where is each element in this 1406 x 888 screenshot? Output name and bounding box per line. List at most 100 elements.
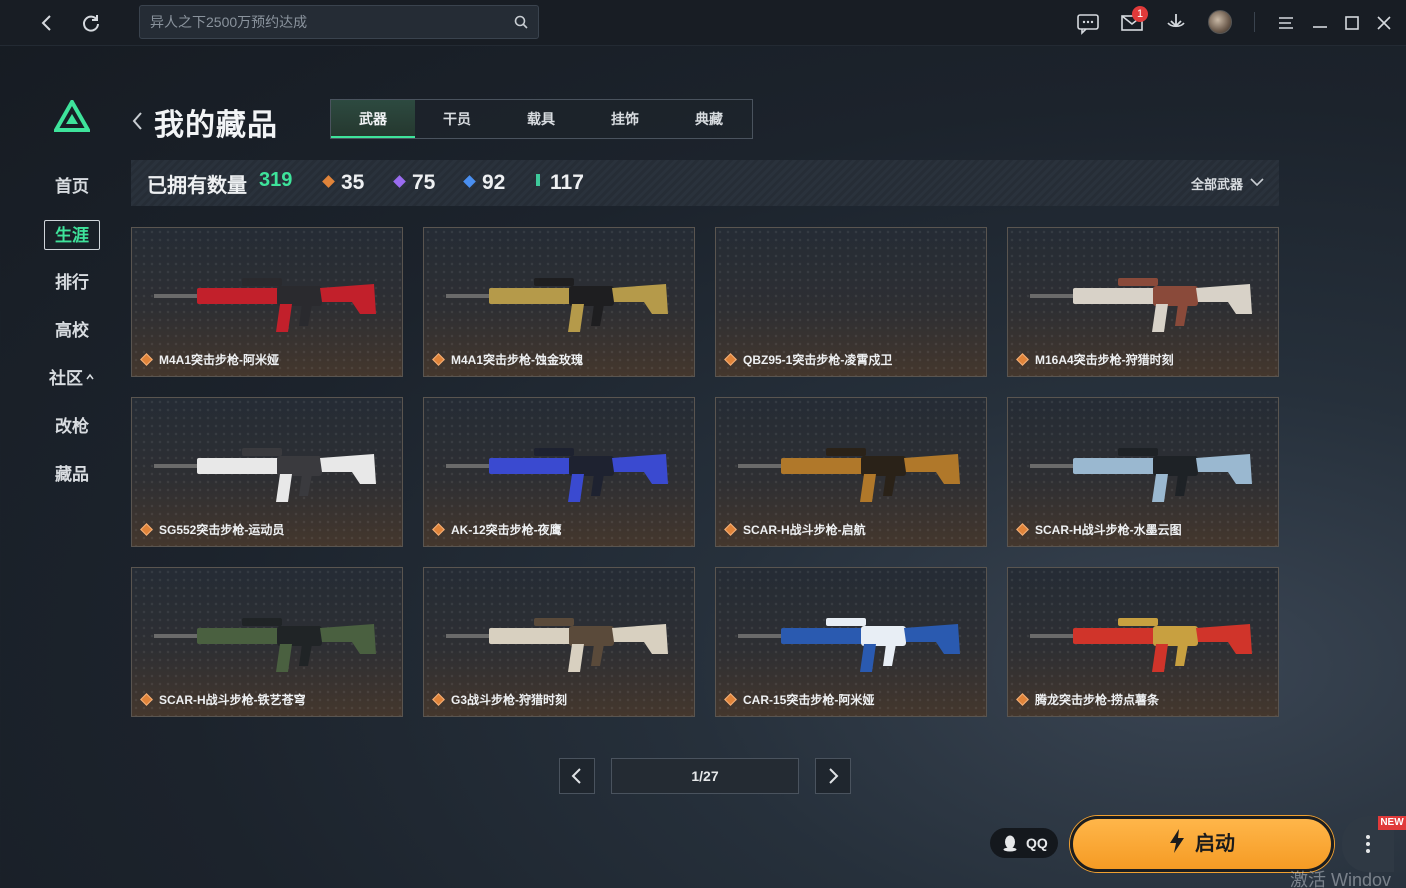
rarity-diamond-icon bbox=[432, 523, 445, 536]
app-logo[interactable] bbox=[54, 100, 90, 132]
weapon-image bbox=[446, 448, 668, 502]
owned-count: 319 bbox=[259, 169, 293, 191]
weapon-card[interactable]: 腾龙突击步枪-捞点薯条 bbox=[1007, 567, 1279, 717]
tab-archive[interactable]: 典藏 bbox=[667, 100, 751, 138]
tier-stat-purple: 75 bbox=[393, 171, 436, 195]
weapon-card[interactable]: M4A1突击步枪-阿米娅 bbox=[131, 227, 403, 377]
sidebar-item-school[interactable]: 高校 bbox=[44, 316, 100, 346]
owned-label: 已拥有数量 bbox=[147, 175, 247, 197]
avatar[interactable] bbox=[1208, 10, 1232, 34]
tier-stat-orange: 35 bbox=[322, 171, 364, 195]
weapon-card[interactable]: G3战斗步枪-狩猎时刻 bbox=[423, 567, 695, 717]
weapon-name: G3战斗步枪-狩猎时刻 bbox=[451, 693, 568, 707]
tab-operators[interactable]: 干员 bbox=[415, 100, 499, 138]
top-bar: 1 bbox=[0, 0, 1406, 46]
tab-weapons[interactable]: 武器 bbox=[331, 100, 415, 138]
tier-green-icon bbox=[536, 174, 540, 186]
download-icon[interactable] bbox=[1162, 9, 1190, 37]
rarity-diamond-icon bbox=[1016, 693, 1029, 706]
page-back-icon[interactable] bbox=[128, 108, 146, 134]
weapon-name-row: G3战斗步枪-狩猎时刻 bbox=[432, 691, 567, 708]
weapon-name-row: SG552突击步枪-运动员 bbox=[140, 521, 284, 538]
collection-tabs: 武器 干员 载具 挂饰 典藏 bbox=[330, 99, 753, 139]
weapon-filter-dropdown[interactable]: 全部武器 bbox=[1191, 174, 1243, 193]
sidebar-item-gunsmith[interactable]: 改枪 bbox=[44, 412, 100, 442]
stats-bar: 已拥有数量 319 35 75 92 117 全部武器 bbox=[131, 160, 1279, 206]
weapon-name-row: M16A4突击步枪-狩猎时刻 bbox=[1016, 351, 1174, 368]
search-box bbox=[139, 5, 539, 39]
more-vertical-icon bbox=[1366, 835, 1370, 853]
tab-charms[interactable]: 挂饰 bbox=[583, 100, 667, 138]
qq-label: QQ bbox=[1026, 835, 1048, 851]
sidebar-item-ranking[interactable]: 排行 bbox=[44, 268, 100, 298]
weapon-image bbox=[1030, 278, 1252, 332]
sidebar-item-community-label: 社区 bbox=[49, 369, 83, 388]
weapon-name: M4A1突击步枪-蚀金玫瑰 bbox=[451, 353, 584, 367]
weapon-card[interactable]: AK-12突击步枪-夜鹰 bbox=[423, 397, 695, 547]
weapon-name-row: M4A1突击步枪-阿米娅 bbox=[140, 351, 279, 368]
weapon-name: 腾龙突击步枪-捞点薯条 bbox=[1035, 693, 1159, 707]
close-icon[interactable] bbox=[1370, 9, 1398, 37]
tier-blue-icon bbox=[463, 175, 476, 188]
weapon-name-row: CAR-15突击步枪-阿米娅 bbox=[724, 691, 874, 708]
weapon-image bbox=[446, 278, 668, 332]
tier-blue-count: 92 bbox=[482, 171, 506, 194]
weapon-card[interactable]: M16A4突击步枪-狩猎时刻 bbox=[1007, 227, 1279, 377]
search-icon[interactable] bbox=[513, 14, 529, 30]
tier-green-count: 117 bbox=[550, 171, 584, 194]
tier-orange-icon bbox=[322, 175, 335, 188]
divider bbox=[1254, 12, 1255, 32]
rarity-diamond-icon bbox=[432, 353, 445, 366]
prev-page-button[interactable] bbox=[559, 758, 595, 794]
chevron-down-icon[interactable] bbox=[1249, 176, 1265, 188]
chat-icon[interactable] bbox=[1074, 9, 1102, 37]
chevron-left-icon bbox=[571, 768, 581, 784]
maximize-icon[interactable] bbox=[1338, 9, 1366, 37]
weapon-name: SCAR-H战斗步枪-启航 bbox=[743, 523, 866, 537]
weapon-card[interactable]: SCAR-H战斗步枪-水墨云图 bbox=[1007, 397, 1279, 547]
menu-icon[interactable] bbox=[1272, 9, 1300, 37]
weapon-card[interactable]: SCAR-H战斗步枪-铁艺苍穹 bbox=[131, 567, 403, 717]
launch-button[interactable]: 启动 bbox=[1070, 816, 1334, 872]
weapon-name: CAR-15突击步枪-阿米娅 bbox=[743, 693, 875, 707]
weapon-name-row: 腾龙突击步枪-捞点薯条 bbox=[1016, 691, 1159, 708]
weapon-card[interactable]: CAR-15突击步枪-阿米娅 bbox=[715, 567, 987, 717]
weapon-name-row: M4A1突击步枪-蚀金玫瑰 bbox=[432, 351, 583, 368]
search-input[interactable] bbox=[150, 6, 510, 38]
page-indicator[interactable]: 1/27 bbox=[611, 758, 799, 794]
qq-account-button[interactable]: QQ bbox=[990, 828, 1058, 858]
rarity-diamond-icon bbox=[432, 693, 445, 706]
os-watermark: 激活 Windov bbox=[1290, 870, 1392, 888]
sidebar-item-career[interactable]: 生涯 bbox=[44, 220, 100, 250]
weapon-image bbox=[1030, 448, 1252, 502]
weapon-name-row: SCAR-H战斗步枪-水墨云图 bbox=[1016, 521, 1182, 538]
sidebar-item-collection[interactable]: 藏品 bbox=[44, 460, 100, 490]
weapon-name-row: SCAR-H战斗步枪-启航 bbox=[724, 521, 866, 538]
weapon-card[interactable]: QBZ95-1突击步枪-凌霄戍卫 bbox=[715, 227, 987, 377]
weapon-card[interactable]: M4A1突击步枪-蚀金玫瑰 bbox=[423, 227, 695, 377]
rarity-diamond-icon bbox=[140, 523, 153, 536]
weapon-name: SCAR-H战斗步枪-铁艺苍穹 bbox=[159, 693, 306, 707]
weapon-image bbox=[738, 448, 960, 502]
back-button[interactable] bbox=[32, 8, 62, 38]
weapon-card[interactable]: SCAR-H战斗步枪-启航 bbox=[715, 397, 987, 547]
tier-purple-count: 75 bbox=[412, 171, 436, 194]
next-page-button[interactable] bbox=[815, 758, 851, 794]
weapon-name: AK-12突击步枪-夜鹰 bbox=[451, 523, 562, 537]
rarity-diamond-icon bbox=[1016, 353, 1029, 366]
weapon-name: SCAR-H战斗步枪-水墨云图 bbox=[1035, 523, 1182, 537]
rarity-diamond-icon bbox=[724, 523, 737, 536]
minimize-icon[interactable] bbox=[1306, 9, 1334, 37]
launch-label: 启动 bbox=[1195, 833, 1235, 855]
weapon-image bbox=[154, 618, 376, 672]
refresh-button[interactable] bbox=[76, 8, 106, 38]
sidebar-item-community[interactable]: 社区 bbox=[44, 364, 100, 394]
sidebar-item-home[interactable]: 首页 bbox=[44, 172, 100, 202]
new-badge: NEW bbox=[1378, 816, 1406, 830]
weapon-card[interactable]: SG552突击步枪-运动员 bbox=[131, 397, 403, 547]
refresh-icon bbox=[83, 15, 99, 32]
tier-stat-green: 117 bbox=[536, 171, 584, 195]
tab-vehicles[interactable]: 载具 bbox=[499, 100, 583, 138]
back-icon bbox=[41, 15, 51, 31]
rarity-diamond-icon bbox=[140, 353, 153, 366]
